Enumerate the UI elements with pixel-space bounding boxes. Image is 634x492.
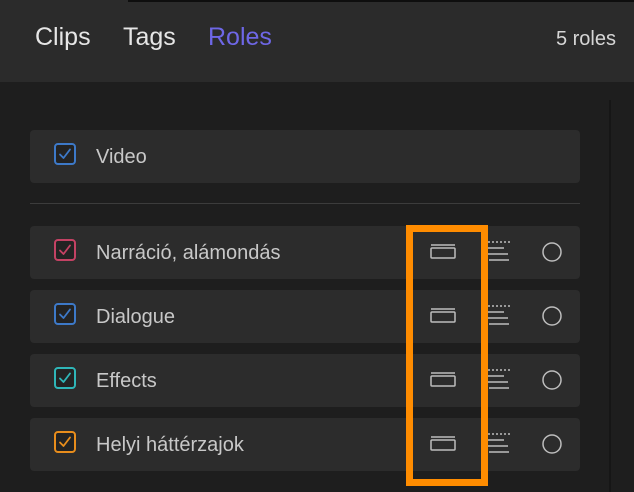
subroles-button[interactable] xyxy=(480,364,512,396)
tab-tags[interactable]: Tags xyxy=(123,20,176,54)
focus-circle-icon xyxy=(542,306,562,326)
lane-button[interactable] xyxy=(427,428,459,460)
role-checkbox-narracio[interactable] xyxy=(54,239,76,261)
focus-button[interactable] xyxy=(536,364,568,396)
subroles-icon xyxy=(484,433,510,453)
roles-list: Video Narráció, alámondás Dialogue Effec… xyxy=(0,82,634,492)
lane-button[interactable] xyxy=(427,300,459,332)
role-count: 5 roles xyxy=(555,28,616,50)
role-label: Effects xyxy=(96,370,157,392)
subroles-icon xyxy=(484,369,510,389)
lane-icon xyxy=(430,436,456,451)
role-row-dialogue[interactable]: Dialogue xyxy=(30,290,580,343)
role-label: Video xyxy=(96,146,147,168)
tab-roles[interactable]: Roles xyxy=(208,20,272,54)
role-checkbox-helyi[interactable] xyxy=(54,431,76,453)
lane-icon xyxy=(430,372,456,387)
role-row-narracio[interactable]: Narráció, alámondás xyxy=(30,226,580,279)
checkmark-icon xyxy=(59,308,71,319)
focus-circle-icon xyxy=(542,242,562,262)
checkmark-icon xyxy=(59,436,71,447)
role-row-effects[interactable]: Effects xyxy=(30,354,580,407)
focus-circle-icon xyxy=(542,370,562,390)
focus-button[interactable] xyxy=(536,236,568,268)
focus-button[interactable] xyxy=(536,300,568,332)
role-label: Dialogue xyxy=(96,306,175,328)
subroles-icon xyxy=(484,241,510,261)
role-label: Helyi háttérzajok xyxy=(96,434,244,456)
role-row-helyi[interactable]: Helyi háttérzajok xyxy=(30,418,580,471)
focus-circle-icon xyxy=(542,434,562,454)
lane-icon xyxy=(430,308,456,323)
tab-clips[interactable]: Clips xyxy=(35,20,91,54)
role-row-video[interactable]: Video xyxy=(30,130,580,183)
subroles-button[interactable] xyxy=(480,428,512,460)
focus-button[interactable] xyxy=(536,428,568,460)
subroles-button[interactable] xyxy=(480,300,512,332)
lane-button[interactable] xyxy=(427,236,459,268)
role-checkbox-dialogue[interactable] xyxy=(54,303,76,325)
checkmark-icon xyxy=(59,244,71,255)
role-checkbox-effects[interactable] xyxy=(54,367,76,389)
subroles-icon xyxy=(484,305,510,325)
subroles-button[interactable] xyxy=(480,236,512,268)
lane-icon xyxy=(430,244,456,259)
browser-header: Clips Tags Roles 5 roles xyxy=(0,0,634,82)
scroll-track[interactable] xyxy=(609,100,611,492)
checkmark-icon xyxy=(59,372,71,383)
role-checkbox-video[interactable] xyxy=(54,143,76,165)
checkmark-icon xyxy=(59,148,71,159)
role-label: Narráció, alámondás xyxy=(96,242,281,264)
window-edge-line xyxy=(128,0,634,2)
lane-button[interactable] xyxy=(427,364,459,396)
divider xyxy=(30,203,580,204)
